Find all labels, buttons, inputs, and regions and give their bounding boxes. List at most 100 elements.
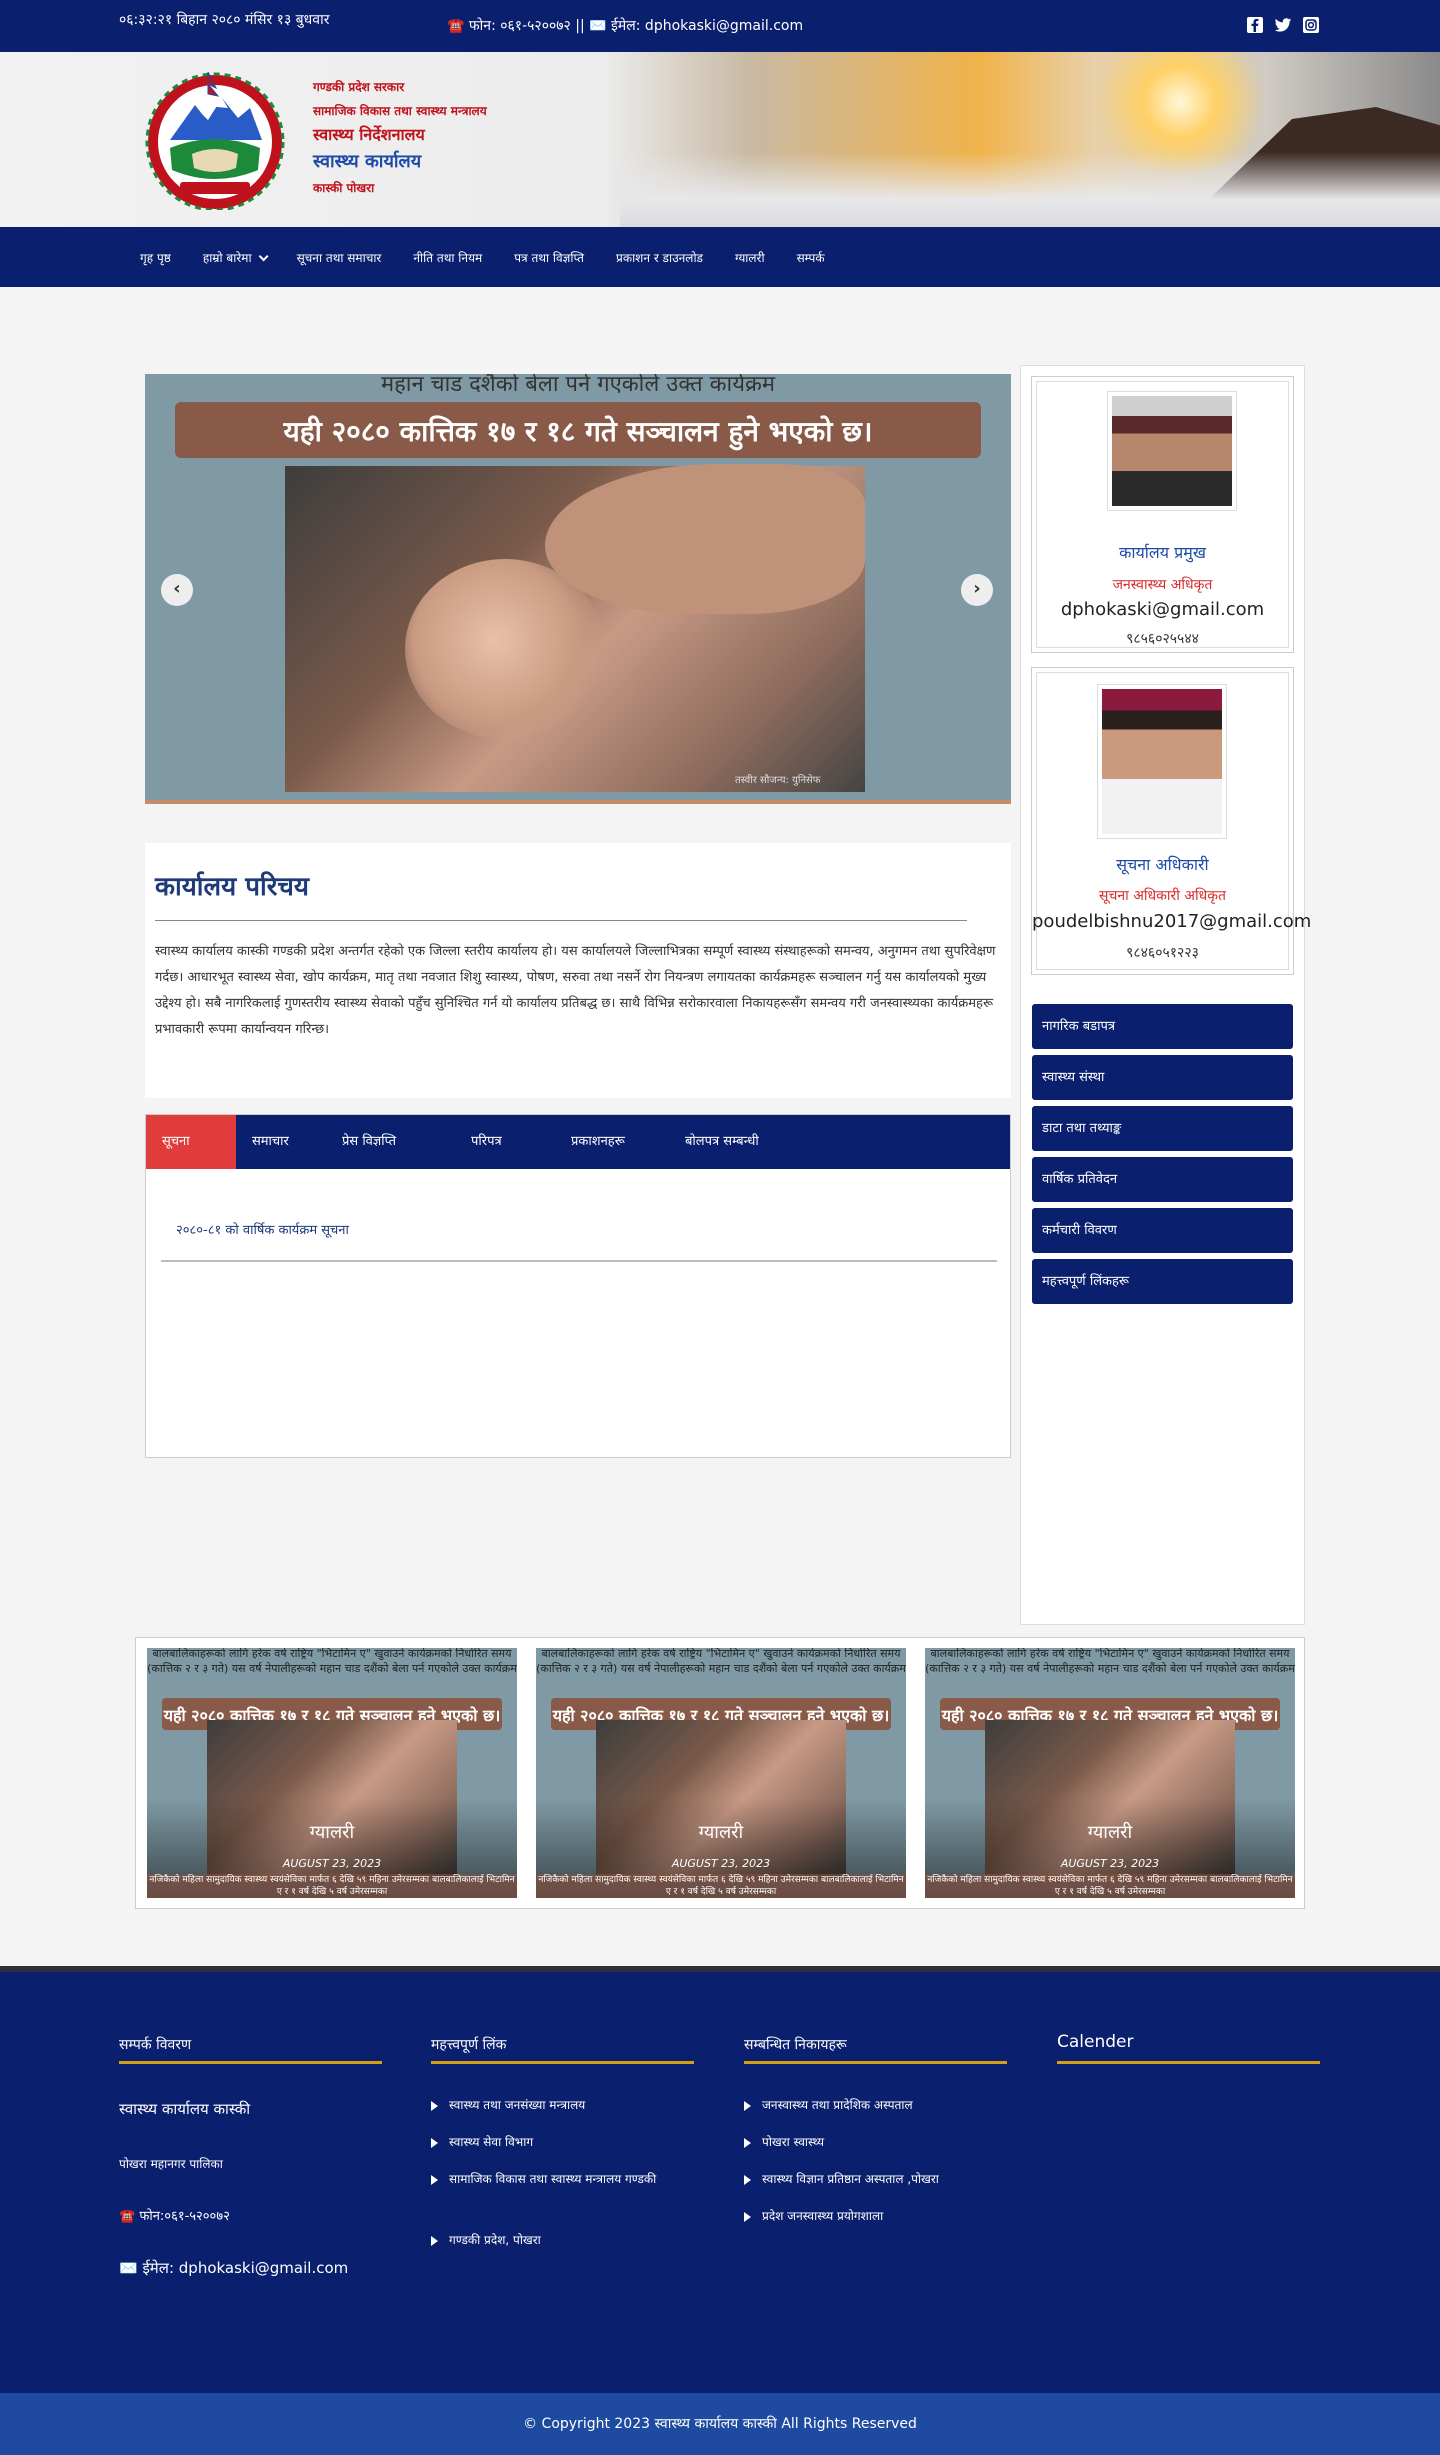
gallery-item[interactable]: बालबालिकाहरूको लागि हरेक वर्ष राष्ट्रिय …: [925, 1648, 1295, 1898]
staff-card: सूचना अधिकारी सूचना अधिकारी अधिकृत poude…: [1031, 667, 1311, 975]
footer-link[interactable]: प्रदेश जनस्वास्थ्य प्रयोगशाला: [744, 2204, 1052, 2228]
footer-title-underline: [1057, 2061, 1320, 2064]
about-body: स्वास्थ्य कार्यालय कास्की गण्डकी प्रदेश …: [155, 944, 996, 1037]
right-sidebar: कार्यालय प्रमुख जनस्वास्थ्य अधिकृत dphok…: [1020, 365, 1311, 1625]
gallery-strip: बालबालिकाहरूको लागि हरेक वर्ष राष्ट्रिय …: [135, 1637, 1305, 1909]
gallery-date: AUGUST 23, 2023: [671, 1857, 771, 1870]
notice-list-item[interactable]: २०८०-८१ को वार्षिक कार्यक्रम सूचना: [176, 1220, 349, 1238]
about-divider: [155, 920, 967, 921]
banner-clouds: [620, 152, 1440, 227]
gallery-caption-top: बालबालिकाहरूको लागि हरेक वर्ष राष्ट्रिय …: [536, 1648, 906, 1675]
slide-caption-top: महान चाड दशैंको बेला पर्न गएकोले उक्त का…: [380, 374, 776, 397]
staff-photo: [1107, 391, 1237, 511]
nav-item-contact[interactable]: सम्पर्क: [781, 249, 841, 266]
tab-publications[interactable]: प्रकाशनहरू: [555, 1115, 669, 1169]
staff-name: कार्यालय प्रमुख: [1119, 543, 1206, 562]
office-title-block: गण्डकी प्रदेश सरकार सामाजिक विकास तथा स्…: [313, 78, 487, 196]
staff-name: सूचना अधिकारी: [1116, 855, 1209, 874]
footer-link[interactable]: पोखरा स्वास्थ्य: [744, 2130, 1052, 2154]
gallery-caption-bottom: नजिकैको महिला सामुदायिक स्वास्थ्य स्वयंस…: [536, 1874, 906, 1898]
slide-caption-main: यही २०८० कात्तिक १७ र १८ गते सञ्चालन हुन…: [283, 415, 873, 448]
slider-prev-button[interactable]: ‹: [161, 574, 193, 606]
gallery-item[interactable]: बालबालिकाहरूको लागि हरेक वर्ष राष्ट्रिय …: [147, 1648, 517, 1898]
sidebar-link-data[interactable]: डाटा तथा तथ्याङ्क: [1032, 1106, 1293, 1151]
gallery-item[interactable]: बालबालिकाहरूको लागि हरेक वर्ष राष्ट्रिय …: [536, 1648, 906, 1898]
tab-tender[interactable]: बोलपत्र सम्बन्धी: [669, 1115, 829, 1169]
footer-link[interactable]: स्वास्थ्य विज्ञान प्रतिष्ठान अस्पताल ,पो…: [744, 2167, 1052, 2191]
facebook-icon[interactable]: [1246, 16, 1264, 34]
footer-phone: ☎️ फोन:०६१-५२००७२: [119, 2209, 230, 2224]
footer-calendar-title: Calender: [1057, 2032, 1134, 2052]
nav-item-about[interactable]: हाम्रो बारेमा: [187, 249, 281, 266]
footer-title-underline: [431, 2061, 694, 2064]
footer-link[interactable]: स्वास्थ्य तथा जनसंख्या मन्त्रालय: [431, 2093, 719, 2117]
tab-press-release[interactable]: प्रेस विज्ञप्ति: [326, 1115, 455, 1169]
social-links: [1246, 16, 1320, 34]
tab-notice[interactable]: सूचना: [146, 1115, 236, 1169]
nav-item-downloads[interactable]: प्रकाशन र डाउनलोड: [600, 249, 719, 266]
gallery-title: ग्यालरी: [309, 1822, 355, 1843]
staff-photo-image: [1112, 396, 1232, 506]
about-title: कार्यालय परिचय: [155, 872, 310, 902]
top-bar: ०६:३२:२१ बिहान २०८० मंसिर १३ बुधवार ☎️ फ…: [0, 0, 1440, 52]
slider-next-button[interactable]: ›: [961, 574, 993, 606]
nav-item-about-label: हाम्रो बारेमा: [202, 250, 252, 265]
tab-bar: सूचना समाचार प्रेस विज्ञप्ति परिपत्र प्र…: [146, 1115, 1010, 1169]
footer-link[interactable]: जनस्वास्थ्य तथा प्रादेशिक अस्पताल: [744, 2093, 1052, 2117]
notice-divider: [161, 1260, 997, 1262]
gallery-date: AUGUST 23, 2023: [282, 1857, 382, 1870]
footer-link[interactable]: गण्डकी प्रदेश, पोखरा: [431, 2228, 719, 2252]
nav-item-gallery[interactable]: ग्यालरी: [719, 249, 781, 266]
staff-phone: ९८५६०२५५४४: [1126, 631, 1199, 647]
chevron-down-icon: [258, 250, 269, 261]
staff-email[interactable]: poudelbishnu2017@gmail.com: [1032, 911, 1311, 932]
twitter-icon[interactable]: [1274, 16, 1292, 34]
sidebar-link-staff[interactable]: कर्मचारी विवरण: [1032, 1208, 1293, 1253]
nav-item-news[interactable]: सूचना तथा समाचार: [281, 249, 398, 266]
footer-link[interactable]: स्वास्थ्य सेवा विभाग: [431, 2130, 719, 2154]
gallery-date: AUGUST 23, 2023: [1060, 1857, 1160, 1870]
nepal-emblem-logo[interactable]: [140, 70, 290, 212]
about-section: कार्यालय परिचय स्वास्थ्य कार्यालय कास्की…: [145, 843, 1011, 1098]
main-navigation: गृह पृष्ठ हाम्रो बारेमा सूचना तथा समाचार…: [0, 227, 1440, 287]
image-slider[interactable]: महान चाड दशैंको बेला पर्न गएकोले उक्त का…: [145, 374, 1011, 804]
footer-contact-title: सम्पर्क विवरण: [119, 2037, 192, 2053]
office-location: कास्की पोखरा: [313, 181, 375, 195]
staff-role: सूचना अधिकारी अधिकृत: [1099, 888, 1226, 904]
staff-photo-image: [1102, 689, 1222, 834]
sidebar-link-important-links[interactable]: महत्त्वपूर्ण लिंकहरू: [1032, 1259, 1293, 1304]
staff-email[interactable]: dphokaski@gmail.com: [1032, 599, 1293, 620]
site-footer: सम्पर्क विवरण स्वास्थ्य कार्यालय कास्की …: [0, 1972, 1440, 2393]
slide-photo-credit: तस्वीर सौजन्य: युनिसेफ: [735, 775, 821, 786]
footer-link[interactable]: सामाजिक विकास तथा स्वास्थ्य मन्त्रालय गण…: [431, 2167, 719, 2191]
footer-title-underline: [744, 2061, 1007, 2064]
staff-photo: [1097, 684, 1227, 839]
tab-news[interactable]: समाचार: [236, 1115, 326, 1169]
nav-item-notices[interactable]: पत्र तथा विज्ञप्ति: [498, 249, 600, 266]
top-contact-info: ☎️ फोन: ०६१-५२००७२ || ✉️ ईमेल: dphokaski…: [447, 18, 804, 34]
gallery-caption-top: बालबालिकाहरूको लागि हरेक वर्ष राष्ट्रिय …: [925, 1648, 1295, 1675]
notice-tabs: सूचना समाचार प्रेस विज्ञप्ति परिपत्र प्र…: [145, 1114, 1011, 1458]
directorate-name: स्वास्थ्य निर्देशनालय: [313, 125, 425, 144]
sidebar-link-health-institutions[interactable]: स्वास्थ्य संस्था: [1032, 1055, 1293, 1100]
gallery-caption-bottom: नजिकैको महिला सामुदायिक स्वास्थ्य स्वयंस…: [147, 1874, 517, 1898]
sidebar-link-citizen-charter[interactable]: नागरिक बडापत्र: [1032, 1004, 1293, 1049]
gallery-caption-bottom: नजिकैको महिला सामुदायिक स्वास्थ्य स्वयंस…: [925, 1874, 1295, 1898]
current-datetime: ०६:३२:२१ बिहान २०८० मंसिर १३ बुधवार: [119, 12, 330, 28]
gallery-title: ग्यालरी: [1087, 1822, 1133, 1843]
gallery-title: ग्यालरी: [698, 1822, 744, 1843]
tab-circular[interactable]: परिपत्र: [455, 1115, 555, 1169]
sidebar-link-annual-report[interactable]: वार्षिक प्रतिवेदन: [1032, 1157, 1293, 1202]
footer-email[interactable]: ✉️ ईमेल: dphokaski@gmail.com: [119, 2258, 348, 2278]
staff-phone: ९८४६०५१२२३: [1126, 945, 1199, 961]
footer-related-title: सम्बन्धित निकायहरू: [744, 2037, 847, 2053]
nav-item-policy[interactable]: नीति तथा नियम: [397, 249, 498, 266]
header-banner: गण्डकी प्रदेश सरकार सामाजिक विकास तथा स्…: [0, 52, 1440, 227]
staff-card: कार्यालय प्रमुख जनस्वास्थ्य अधिकृत dphok…: [1031, 376, 1294, 653]
footer-address: पोखरा महानगर पालिका: [119, 2157, 223, 2171]
nav-item-home[interactable]: गृह पृष्ठ: [124, 249, 187, 266]
copyright-bar: © Copyright 2023 स्वास्थ्य कार्यालय कास्…: [0, 2393, 1440, 2455]
instagram-icon[interactable]: [1302, 16, 1320, 34]
footer-office-name: स्वास्थ्य कार्यालय कास्की: [119, 2100, 251, 2118]
footer-links-title: महत्त्वपूर्ण लिंक: [431, 2037, 507, 2053]
